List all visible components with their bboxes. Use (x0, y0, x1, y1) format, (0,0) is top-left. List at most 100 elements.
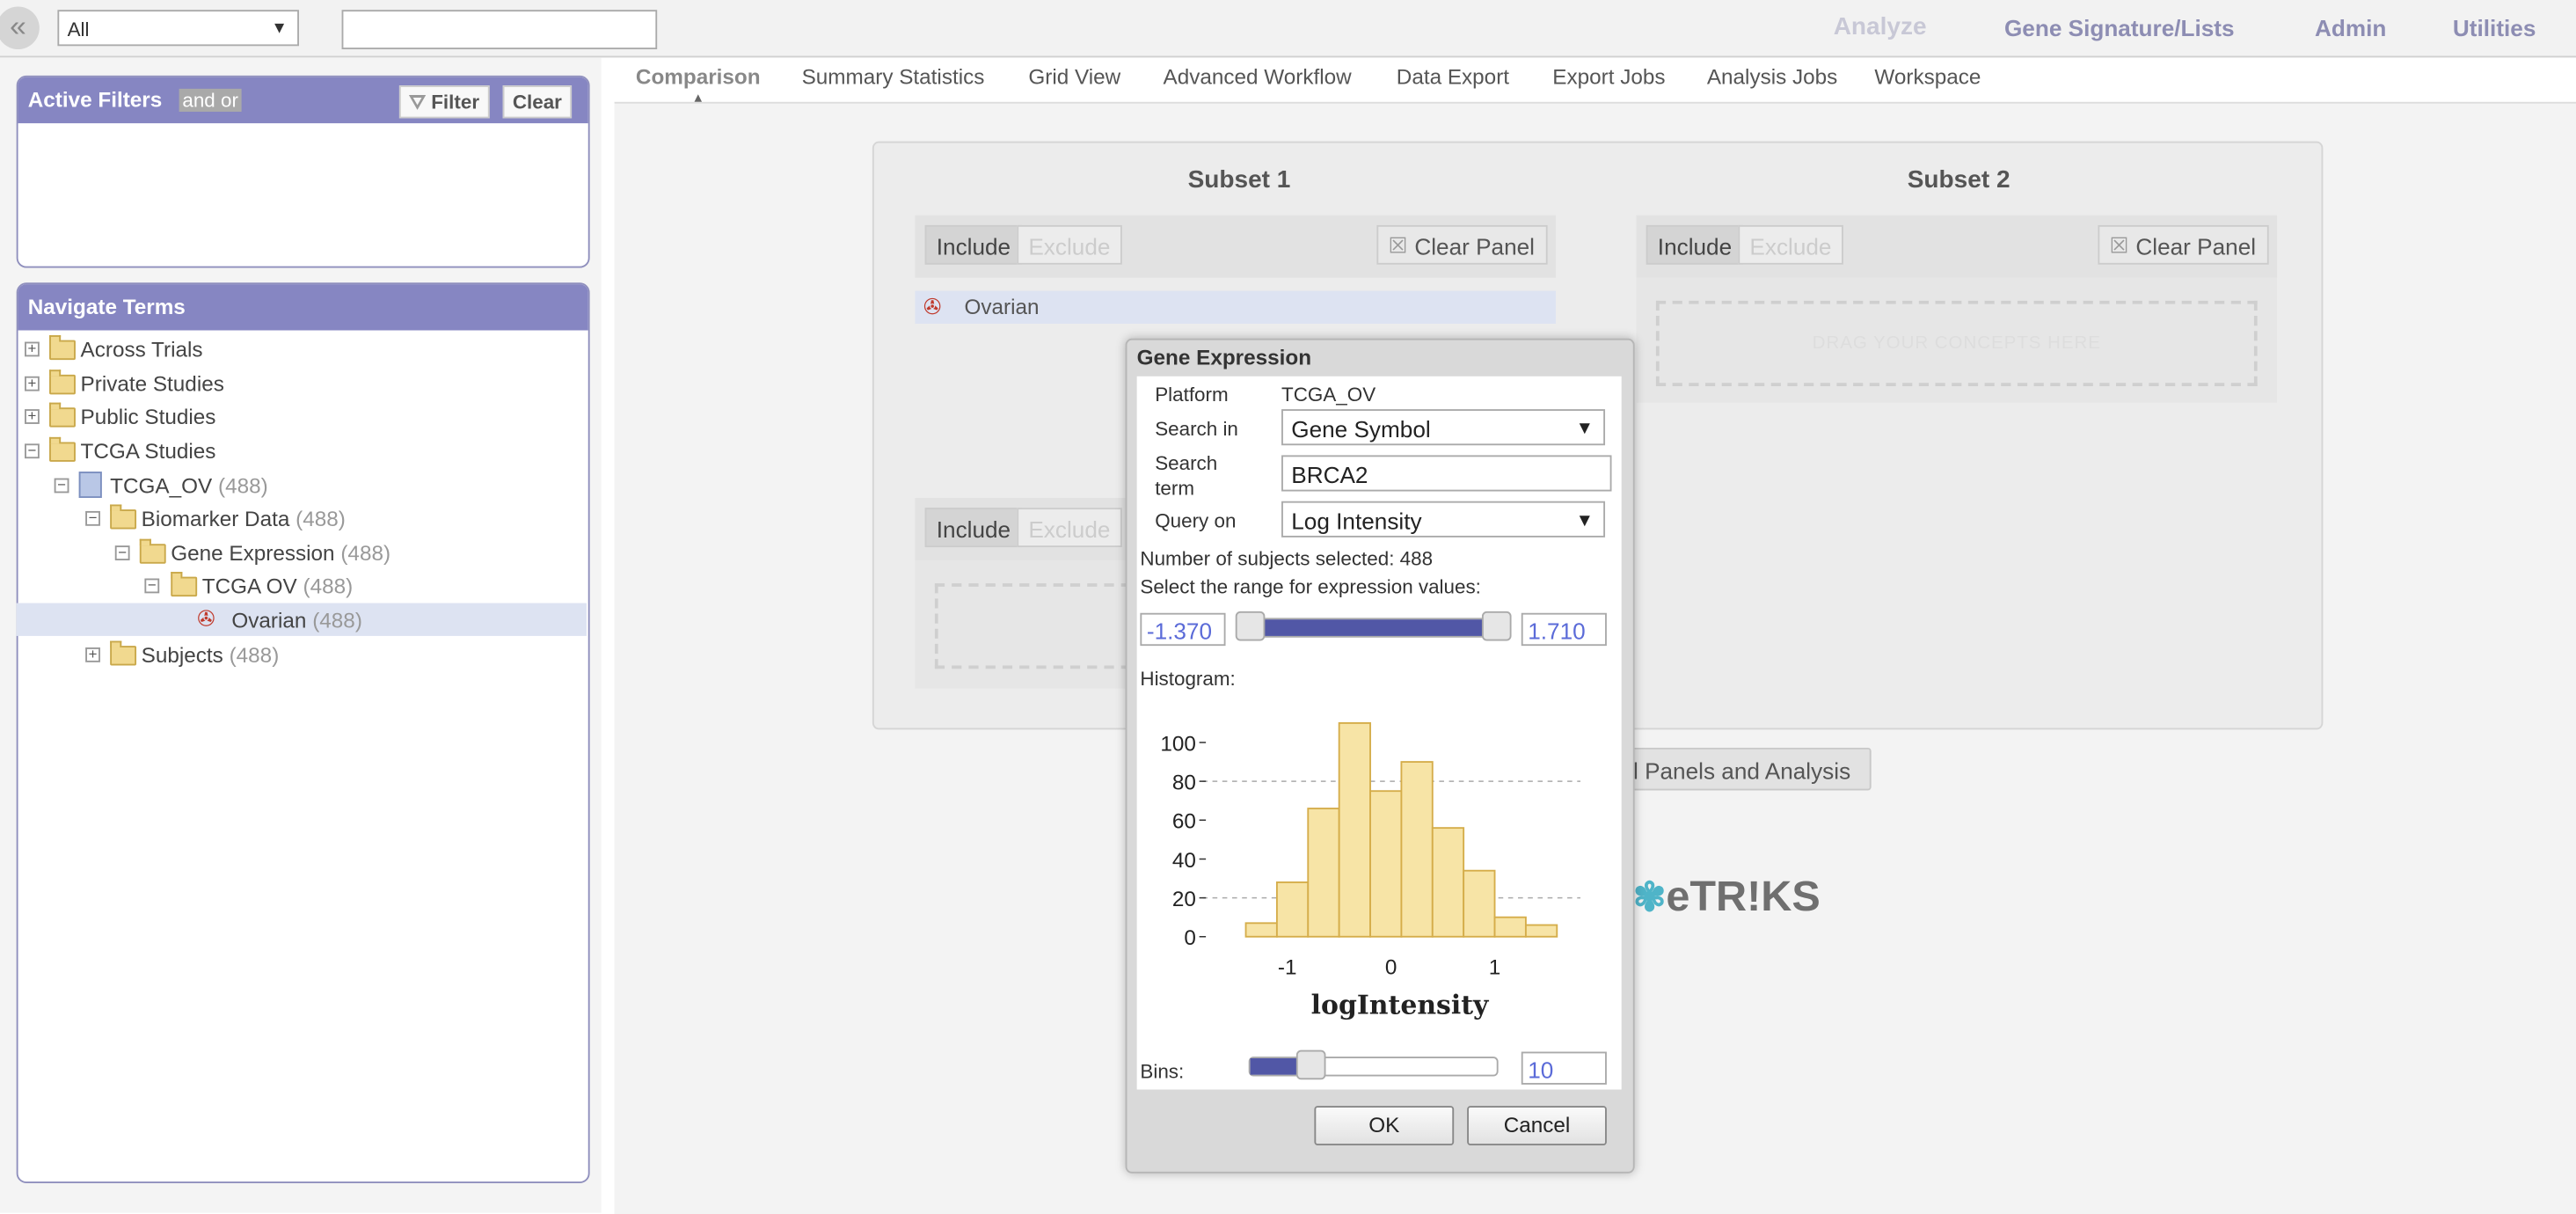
clear-panel-button[interactable]: Clear Panel (1376, 224, 1548, 267)
menu-analyze[interactable]: Analyze (1834, 13, 1927, 41)
drop-zone[interactable]: DRAG YOUR CONCEPTS HERE (1655, 300, 2258, 386)
chevron-down-icon: ▼ (271, 19, 288, 38)
query-on-select[interactable]: Log Intensity ▼ (1281, 501, 1606, 538)
range-min-input[interactable]: -1.370 (1140, 612, 1226, 647)
histogram-y-tick: 100 (1160, 732, 1196, 756)
collapse-icon[interactable]: − (54, 478, 69, 494)
tree-node-count: (488) (296, 506, 346, 531)
tree-node-tcga-ov-folder[interactable]: TCGA OV (488) (202, 574, 353, 600)
dna-icon: ✇ (197, 606, 215, 632)
include-toggle[interactable]: Include (924, 224, 1023, 265)
tree-node-ovarian[interactable]: Ovarian (488) (231, 608, 362, 634)
tab-export-jobs[interactable]: Export Jobs (1552, 64, 1665, 89)
active-filters-title: Active Filters (27, 87, 163, 113)
collapse-icon[interactable]: − (114, 545, 130, 560)
tree-node-tcga-ov[interactable]: TCGA_OV (488) (110, 473, 268, 500)
tree-node-biomarker-data[interactable]: Biomarker Data (488) (142, 506, 346, 532)
histogram-y-tick: 40 (1172, 849, 1196, 873)
tree-node-count: (488) (303, 573, 354, 598)
expand-icon[interactable]: + (25, 376, 40, 391)
collapse-sidebar-icon[interactable]: « (0, 6, 40, 50)
range-slider-max-handle[interactable] (1481, 611, 1512, 641)
expand-icon[interactable]: + (85, 647, 100, 662)
search-term-input[interactable]: BRCA2 (1281, 455, 1612, 492)
exclude-toggle[interactable]: Exclude (1017, 224, 1122, 265)
subset-1-panel-1-header: Include Exclude Clear Panel (915, 215, 1556, 278)
histogram-bar (1244, 922, 1278, 938)
tab-comparison[interactable]: Comparison (636, 64, 761, 89)
range-instruction: Select the range for expression values: (1140, 574, 1481, 598)
menu-utilities[interactable]: Utilities (2453, 15, 2536, 41)
expand-icon[interactable]: + (25, 408, 40, 424)
exclude-toggle[interactable]: Exclude (1017, 508, 1122, 548)
histogram-bar (1338, 721, 1371, 938)
search-input[interactable] (341, 10, 658, 50)
tab-data-export[interactable]: Data Export (1397, 64, 1509, 89)
subset-2-title: Subset 2 (1907, 165, 2010, 194)
histogram-bar (1524, 924, 1558, 938)
search-term-label: Search (1155, 451, 1218, 475)
histogram-x-tick: -1 (1278, 956, 1297, 980)
bins-slider-handle[interactable] (1295, 1049, 1326, 1080)
tree-node-gene-expression[interactable]: Gene Expression (488) (171, 541, 390, 567)
include-toggle[interactable]: Include (924, 508, 1023, 548)
tab-advanced-workflow[interactable]: Advanced Workflow (1164, 64, 1352, 89)
and-or-toggle[interactable]: and or (179, 88, 242, 113)
tree-node-label: Ovarian (231, 608, 307, 633)
folder-open-icon (110, 504, 137, 530)
collapse-icon[interactable]: − (85, 510, 100, 526)
menu-gene-signature-lists[interactable]: Gene Signature/Lists (2004, 15, 2235, 41)
tree-node-label: Private Studies (80, 371, 224, 397)
histogram-bar (1493, 916, 1527, 938)
range-max-input[interactable]: 1.710 (1521, 612, 1607, 647)
tree-node-label: Biomarker Data (141, 506, 290, 531)
tab-workspace[interactable]: Workspace (1874, 64, 1981, 89)
concept-label: Ovarian (964, 294, 1040, 319)
tree-node-label: Gene Expression (171, 540, 335, 566)
folder-open-icon (171, 572, 198, 597)
tree-node-count: (488) (340, 540, 391, 566)
histogram-bar (1463, 869, 1496, 938)
tree-node-count: (488) (312, 608, 362, 633)
range-slider-min-handle[interactable] (1235, 611, 1266, 641)
tab-summary-statistics[interactable]: Summary Statistics (802, 64, 985, 89)
filter-icon: ⛛ (409, 90, 426, 113)
filter-button[interactable]: ⛛ Filter (398, 85, 490, 119)
include-toggle[interactable]: Include (1646, 224, 1744, 265)
chevron-down-icon: ▼ (1575, 510, 1594, 531)
scope-select[interactable]: All ▼ (57, 10, 299, 47)
collapse-icon[interactable]: − (144, 578, 160, 594)
tree-node-public-studies[interactable]: Public Studies (81, 405, 216, 431)
dialog-title[interactable]: Gene Expression (1137, 345, 1311, 369)
tree-node-private-studies[interactable]: Private Studies (81, 371, 224, 398)
chevron-down-icon: ▼ (1575, 419, 1594, 439)
expand-icon[interactable]: + (25, 341, 40, 357)
ok-button[interactable]: OK (1314, 1106, 1455, 1145)
exclude-toggle[interactable]: Exclude (1738, 224, 1843, 265)
histogram-y-tick: 60 (1172, 810, 1196, 834)
menu-admin[interactable]: Admin (2315, 15, 2386, 41)
search-in-label: Search in (1155, 417, 1238, 441)
folder-open-icon (49, 436, 76, 462)
tree-node-label: TCGA Studies (80, 438, 216, 464)
tab-analysis-jobs[interactable]: Analysis Jobs (1707, 64, 1837, 89)
top-bar: « All ▼ Analyze Gene Signature/Lists Admi… (0, 0, 2576, 58)
active-filters-header: Active Filters and or ⛛ Filter Clear (18, 77, 588, 124)
tree-node-subjects[interactable]: Subjects (488) (142, 642, 280, 669)
tree-node-across-trials[interactable]: Across Trials (81, 337, 203, 363)
clear-panel-button[interactable]: Clear Panel (2098, 224, 2269, 267)
search-in-select[interactable]: Gene Symbol ▼ (1281, 409, 1606, 446)
histogram-bar (1307, 808, 1340, 938)
query-on-label: Query on (1155, 509, 1237, 533)
clear-filters-button[interactable]: Clear (502, 85, 573, 119)
bins-input[interactable]: 10 (1521, 1051, 1607, 1085)
subset-1-title: Subset 1 (1187, 165, 1291, 194)
scope-select-value: All (67, 18, 90, 41)
histogram-x-tick: 1 (1489, 956, 1501, 980)
concept-item[interactable]: ✇ Ovarian (915, 290, 1556, 324)
tab-grid-view[interactable]: Grid View (1028, 64, 1120, 89)
tree-node-tcga-studies[interactable]: TCGA Studies (81, 439, 216, 465)
collapse-icon[interactable]: − (25, 442, 40, 459)
clear-all-panels-button[interactable]: ll Panels and Analysis (1619, 747, 1872, 791)
cancel-button[interactable]: Cancel (1467, 1106, 1607, 1145)
